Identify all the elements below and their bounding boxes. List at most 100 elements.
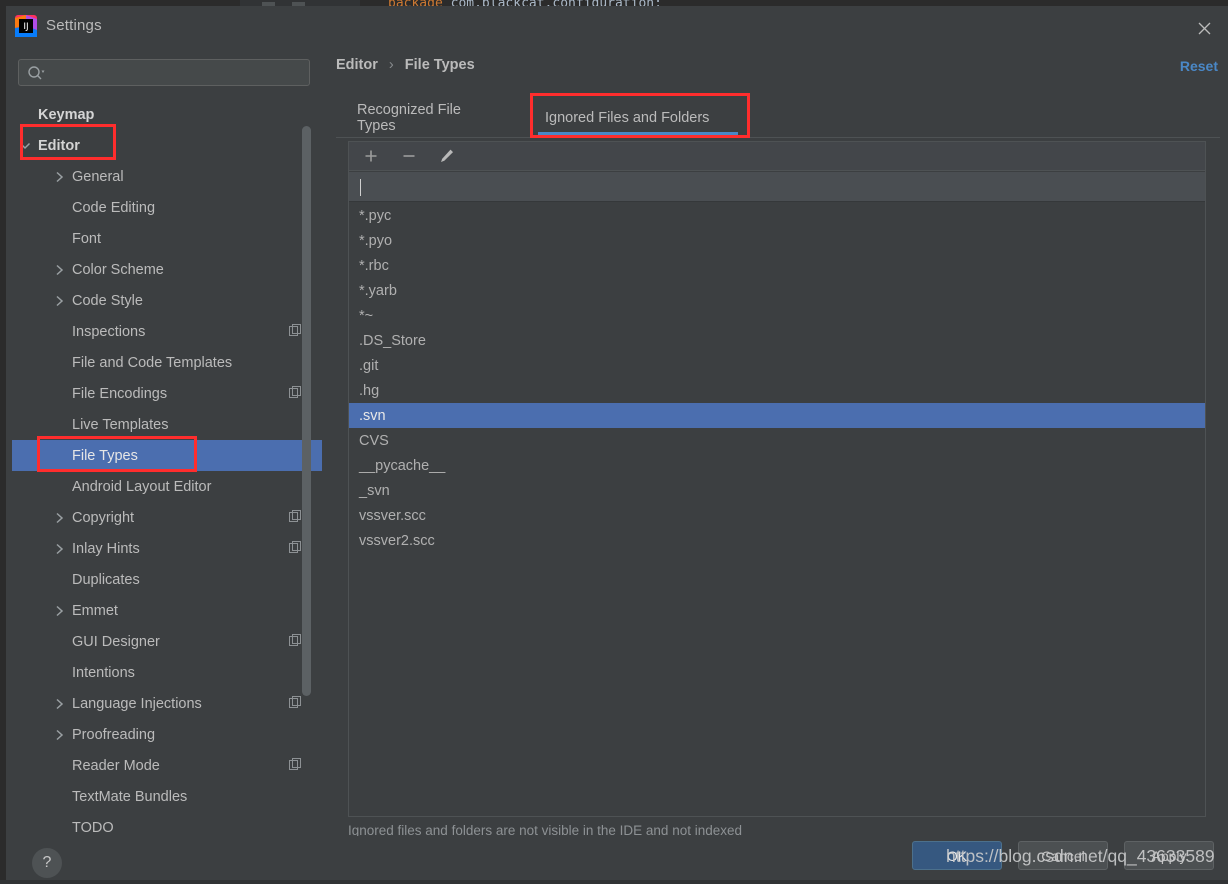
list-item-value: _svn <box>359 482 390 499</box>
search-field-wrapper <box>18 59 310 86</box>
sidebar-item-general[interactable]: General <box>12 161 322 192</box>
reset-link[interactable]: Reset <box>1180 58 1218 74</box>
copy-settings-icon[interactable] <box>289 634 302 652</box>
sidebar-item-language-injections[interactable]: Language Injections <box>12 688 322 719</box>
dialog-title: Settings <box>46 17 102 34</box>
copy-settings-icon[interactable] <box>289 386 302 404</box>
search-input[interactable] <box>53 60 303 85</box>
help-button[interactable]: ? <box>32 848 62 878</box>
sidebar-item-label: Intentions <box>72 664 135 681</box>
copy-settings-icon[interactable] <box>289 541 302 559</box>
button-label: Apply <box>1151 847 1187 864</box>
sidebar-item-live-templates[interactable]: Live Templates <box>12 409 322 440</box>
list-item[interactable]: vssver2.scc <box>349 528 1205 553</box>
sidebar-item-duplicates[interactable]: Duplicates <box>12 564 322 595</box>
sidebar-item-textmate-bundles[interactable]: TextMate Bundles <box>12 781 322 812</box>
close-icon[interactable] <box>1192 16 1216 40</box>
sidebar-item-label: Reader Mode <box>72 757 160 774</box>
pencil-icon[interactable] <box>437 146 457 166</box>
sidebar-item-todo[interactable]: TODO <box>12 812 322 836</box>
list-item[interactable]: .hg <box>349 378 1205 403</box>
sidebar-item-editor[interactable]: Editor <box>12 130 322 161</box>
tab-ignored-files-and-folders[interactable]: Ignored Files and Folders <box>528 99 748 137</box>
chevron-right-icon[interactable] <box>52 697 66 711</box>
sidebar-item-label: File Types <box>72 447 138 464</box>
sidebar-scrollbar[interactable] <box>302 126 311 696</box>
list-item[interactable]: *.pyo <box>349 228 1205 253</box>
minus-icon[interactable] <box>399 146 419 166</box>
sidebar-item-file-types[interactable]: File Types <box>12 440 322 471</box>
list-item[interactable]: CVS <box>349 428 1205 453</box>
chevron-right-icon[interactable] <box>52 728 66 742</box>
list-item[interactable]: __pycache__ <box>349 453 1205 478</box>
sidebar-item-intentions[interactable]: Intentions <box>12 657 322 688</box>
copy-settings-icon[interactable] <box>289 696 302 714</box>
sidebar-item-label: Keymap <box>38 106 95 123</box>
list-item-value: *~ <box>359 307 374 324</box>
settings-tree: Keymap Editor General Code Editing Font Color… <box>12 99 322 836</box>
sidebar-item-label: General <box>72 168 124 185</box>
list-item[interactable]: .DS_Store <box>349 328 1205 353</box>
sidebar-item-file-and-code-templates[interactable]: File and Code Templates <box>12 347 322 378</box>
sidebar-item-android-layout-editor[interactable]: Android Layout Editor <box>12 471 322 502</box>
sidebar-item-label: Live Templates <box>72 416 169 433</box>
chevron-right-icon[interactable] <box>52 604 66 618</box>
sidebar-item-emmet[interactable]: Emmet <box>12 595 322 626</box>
plus-icon[interactable] <box>361 146 381 166</box>
sidebar-item-keymap[interactable]: Keymap <box>12 99 322 130</box>
chevron-right-icon[interactable] <box>52 542 66 556</box>
tab-divider <box>336 137 1220 138</box>
sidebar-item-code-editing[interactable]: Code Editing <box>12 192 322 223</box>
sidebar-item-inspections[interactable]: Inspections <box>12 316 322 347</box>
chevron-down-icon[interactable] <box>18 139 32 153</box>
breadcrumb-root[interactable]: Editor <box>336 57 378 73</box>
sidebar-item-label: Code Editing <box>72 199 156 216</box>
ok-button[interactable]: OK <box>912 841 1002 870</box>
sidebar-item-inlay-hints[interactable]: Inlay Hints <box>12 533 322 564</box>
sidebar-item-proofreading[interactable]: Proofreading <box>12 719 322 750</box>
sidebar-item-code-style[interactable]: Code Style <box>12 285 322 316</box>
copy-settings-icon[interactable] <box>289 758 302 776</box>
ignored-patterns-list: *.pyc *.pyo *.rbc *.yarb *~ .DS_Store .git .hg.… <box>349 203 1205 816</box>
copy-settings-icon[interactable] <box>289 324 302 342</box>
text-caret <box>360 179 361 196</box>
list-item[interactable]: *.yarb <box>349 278 1205 303</box>
sidebar-item-gui-designer[interactable]: GUI Designer <box>12 626 322 657</box>
settings-dialog: IJ Settings Keymap Editor General Code E… <box>6 6 1228 884</box>
sidebar-item-label: TextMate Bundles <box>72 788 188 805</box>
list-toolbar <box>349 142 1205 171</box>
sidebar-item-label: Editor <box>38 137 80 154</box>
chevron-right-icon[interactable] <box>52 263 66 277</box>
sidebar-item-file-encodings[interactable]: File Encodings <box>12 378 322 409</box>
list-item-value: vssver.scc <box>359 507 426 524</box>
sidebar-item-reader-mode[interactable]: Reader Mode <box>12 750 322 781</box>
copy-settings-icon[interactable] <box>289 510 302 528</box>
tab-recognized-file-types[interactable]: Recognized File Types <box>340 99 520 137</box>
cancel-button[interactable]: Cancel <box>1018 841 1108 870</box>
dialog-titlebar: IJ Settings <box>6 6 1228 46</box>
sidebar-item-color-scheme[interactable]: Color Scheme <box>12 254 322 285</box>
list-item[interactable]: *.rbc <box>349 253 1205 278</box>
list-item[interactable]: vssver.scc <box>349 503 1205 528</box>
sidebar-item-label: Duplicates <box>72 571 140 588</box>
search-box[interactable] <box>18 59 310 86</box>
sidebar-item-label: Inspections <box>72 323 146 340</box>
new-entry-input[interactable] <box>349 172 1205 202</box>
apply-button[interactable]: Apply <box>1124 841 1214 870</box>
breadcrumb: Editor › File Types <box>336 57 475 73</box>
window-bottom-edge <box>0 880 1228 884</box>
sidebar-item-copyright[interactable]: Copyright <box>12 502 322 533</box>
list-item[interactable]: *~ <box>349 303 1205 328</box>
file-types-tabs: Recognized File Types Ignored Files and F… <box>336 99 1220 139</box>
sidebar-item-label: File and Code Templates <box>72 354 233 371</box>
list-item[interactable]: *.pyc <box>349 203 1205 228</box>
chevron-right-icon[interactable] <box>52 170 66 184</box>
list-item[interactable]: _svn <box>349 478 1205 503</box>
chevron-right-icon[interactable] <box>52 511 66 525</box>
chevron-right-icon[interactable] <box>52 294 66 308</box>
list-item[interactable]: .git <box>349 353 1205 378</box>
list-item[interactable]: .svn <box>349 403 1205 428</box>
sidebar-item-font[interactable]: Font <box>12 223 322 254</box>
sidebar-item-label: Font <box>72 230 102 247</box>
list-item-value: *.pyo <box>359 232 393 249</box>
